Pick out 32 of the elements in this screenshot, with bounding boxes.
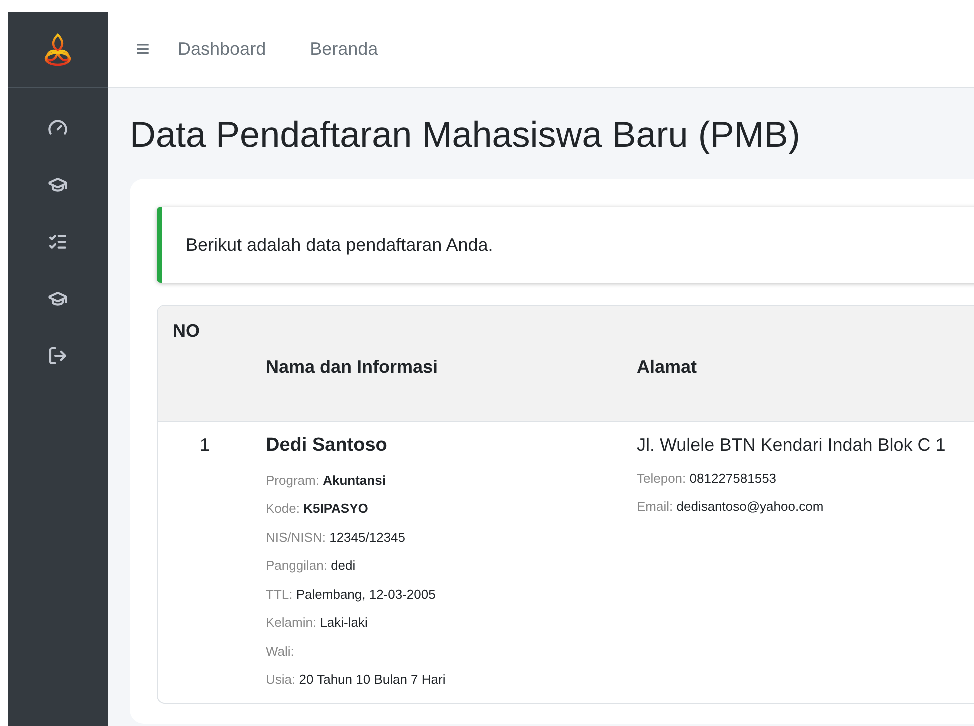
address-text: Jl. Wulele BTN Kendari Indah Blok C 1: [637, 434, 946, 457]
detail-line: Panggilan: dedi: [266, 557, 356, 575]
student-name: Dedi Santoso: [266, 434, 388, 458]
graduation-cap-icon: [48, 289, 68, 309]
gauge-icon: [48, 118, 68, 138]
row-number: 1: [200, 435, 210, 455]
detail-line: Usia: 20 Tahun 10 Bulan 7 Hari: [266, 671, 446, 689]
column-header: Nama dan Informasi: [266, 357, 438, 377]
sidebar-item[interactable]: [48, 175, 68, 195]
contact-line: Telepon: 081227581553: [637, 470, 777, 488]
sidebar-item[interactable]: [48, 118, 68, 138]
page-title: Data Pendaftaran Mahasiswa Baru (PMB): [129, 113, 802, 157]
checklist-icon: [48, 232, 68, 252]
contact-line: Email: dedisantoso@yahoo.com: [637, 498, 824, 516]
nav-link[interactable]: Dashboard: [178, 36, 266, 63]
detail-line: NIS/NISN: 12345/12345: [266, 528, 406, 546]
nav-link[interactable]: Beranda: [310, 36, 378, 63]
logout-icon: [48, 346, 68, 366]
sidebar-item[interactable]: [48, 289, 68, 309]
detail-line: Kelamin: Laki-laki: [266, 614, 368, 632]
menu-button[interactable]: ≡: [136, 38, 150, 62]
sidebar-item[interactable]: [48, 346, 68, 366]
logo-icon: [43, 32, 73, 66]
sidebar-item[interactable]: [48, 232, 68, 252]
detail-line: Wali:: [266, 642, 294, 660]
detail-line: Kode: K5IPASYO: [266, 500, 368, 518]
detail-line: Program: Akuntansi: [266, 472, 386, 490]
alert-text: Berikut adalah data pendaftaran Anda.: [186, 234, 494, 257]
column-header: Alamat: [637, 357, 698, 377]
column-header: NO: [173, 321, 200, 341]
graduation-cap-icon: [48, 175, 68, 195]
detail-line: TTL: Palembang, 12-03-2005: [266, 586, 436, 604]
